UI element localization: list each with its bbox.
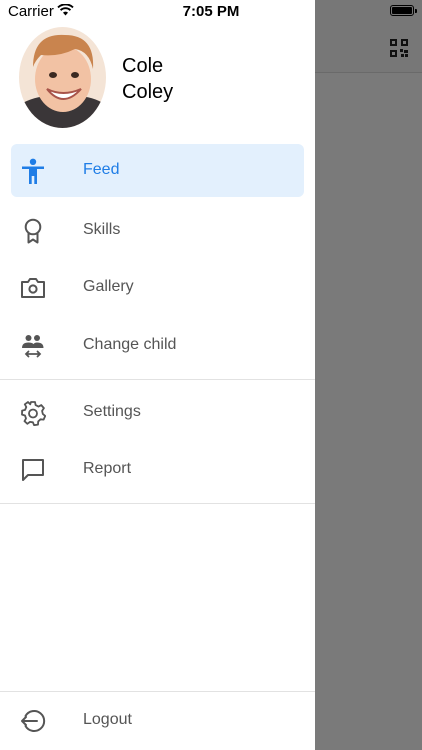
menu-item-feed[interactable]: Feed [11, 144, 304, 197]
menu-item-label: Logout [83, 711, 132, 728]
menu-item-label: Change child [83, 336, 177, 353]
profile-name: Cole Coley [122, 53, 173, 105]
qr-code-icon[interactable] [390, 39, 408, 57]
menu-item-skills[interactable]: Skills [11, 204, 304, 257]
profile-first-name: Cole [122, 55, 164, 77]
menu-item-label: Feed [83, 161, 120, 178]
avatar[interactable] [19, 27, 106, 128]
people-swap-icon [22, 335, 44, 358]
status-bar: Carrier 7:05 PM [0, 0, 422, 24]
menu-divider [0, 503, 315, 504]
menu-item-gallery[interactable]: Gallery [11, 261, 304, 314]
navigation-drawer: Cole Coley Feed Skills Gallery Change ch… [0, 0, 315, 750]
carrier-label: Carrier [8, 3, 54, 20]
gear-icon [21, 401, 46, 426]
menu-item-report[interactable]: Report [11, 443, 304, 496]
chat-bubble-icon [22, 459, 44, 481]
badge-icon [24, 218, 42, 244]
menu-item-label: Gallery [83, 278, 134, 295]
profile-last-name: Coley [122, 81, 174, 103]
camera-icon [21, 278, 45, 298]
menu-item-label: Report [83, 460, 132, 477]
battery-icon [390, 5, 417, 16]
menu-item-label: Skills [83, 221, 121, 238]
footer-divider [0, 691, 315, 692]
menu-item-settings[interactable]: Settings [11, 386, 304, 439]
menu-item-change-child[interactable]: Change child [11, 319, 304, 372]
wifi-icon [57, 4, 74, 16]
menu-divider [0, 379, 315, 380]
person-icon [22, 158, 44, 184]
menu-item-logout[interactable]: Logout [11, 694, 304, 747]
logout-icon [21, 710, 46, 732]
menu-item-label: Settings [83, 403, 141, 420]
